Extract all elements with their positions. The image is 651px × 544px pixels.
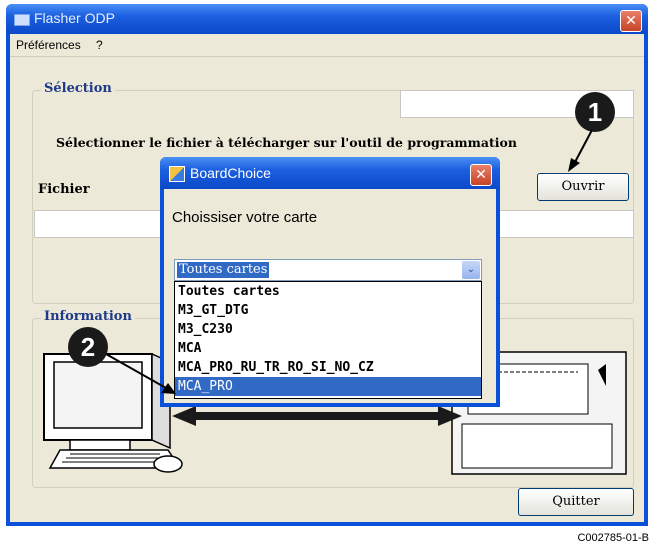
chevron-down-icon[interactable]: ⌄ xyxy=(462,261,480,279)
dialog-app-icon xyxy=(169,166,185,182)
dialog-prompt: Choissiser votre carte xyxy=(172,209,318,226)
board-combobox[interactable]: Toutes cartes ⌄ xyxy=(174,259,482,281)
callout-2-arrow xyxy=(105,353,176,394)
information-group-title: Information xyxy=(41,309,135,324)
figure-caption: C002785-01-B xyxy=(577,532,649,544)
dialog-body: Choissiser votre carte Toutes cartes ⌄ T… xyxy=(164,189,496,403)
dialog-title: BoardChoice xyxy=(190,165,271,181)
file-label: Fichier xyxy=(38,182,90,197)
quit-button[interactable]: Quitter xyxy=(518,488,634,516)
dialog-title-bar: BoardChoice ✕ xyxy=(160,157,500,189)
dialog-close-button[interactable]: ✕ xyxy=(470,164,492,186)
title-bar: Flasher ODP ✕ xyxy=(6,4,648,34)
combobox-value: Toutes cartes xyxy=(177,262,270,278)
window-title: Flasher ODP xyxy=(34,10,115,26)
app-icon xyxy=(14,14,30,26)
menu-preferences[interactable]: Préférences xyxy=(16,38,81,52)
board-option-toutes-cartes[interactable]: Toutes cartes xyxy=(175,282,481,301)
connection-arrow xyxy=(172,406,462,426)
menu-help[interactable]: ? xyxy=(96,38,103,52)
board-option-mca-pro-ru[interactable]: MCA_PRO_RU_TR_RO_SI_NO_CZ xyxy=(175,358,481,377)
board-option-mca-pro[interactable]: MCA_PRO xyxy=(175,377,481,396)
callout-1: 1 xyxy=(575,92,615,132)
menu-bar: Préférences ? xyxy=(10,34,644,57)
board-option-m3-c230[interactable]: M3_C230 xyxy=(175,320,481,339)
callout-1-arrow xyxy=(568,129,593,172)
callout-2: 2 xyxy=(68,327,108,367)
window-close-button[interactable]: ✕ xyxy=(620,10,642,32)
board-dropdown-list: Toutes cartes M3_GT_DTG M3_C230 MCA MCA_… xyxy=(174,281,482,399)
instruction-text: Sélectionner le fichier à télécharger su… xyxy=(56,135,517,150)
board-option-mca[interactable]: MCA xyxy=(175,339,481,358)
board-option-m3-gt-dtg[interactable]: M3_GT_DTG xyxy=(175,301,481,320)
selection-group-title: Sélection xyxy=(41,81,115,96)
board-choice-dialog: BoardChoice ✕ Choissiser votre carte Tou… xyxy=(160,157,500,407)
